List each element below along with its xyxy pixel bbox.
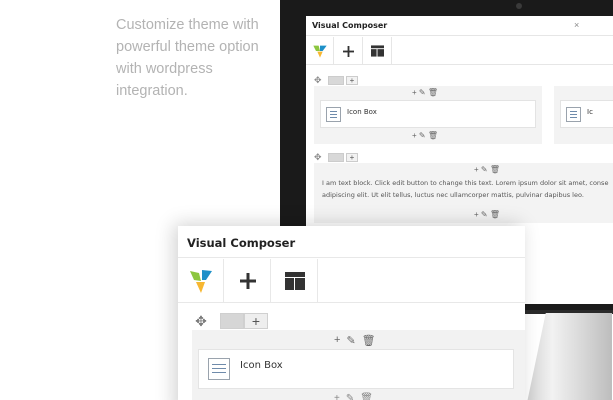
tagline: Customize theme with powerful theme opti… [116, 14, 286, 102]
layout-icon [284, 272, 305, 290]
back-text-line-1: I am text block. Click edit button to ch… [322, 179, 609, 187]
back-add-element-button[interactable] [335, 37, 363, 65]
add-element-icon[interactable]: + [334, 334, 340, 347]
back-col1-actions[interactable]: + ✎ 🗑 [412, 88, 438, 97]
move-icon[interactable]: ✥ [192, 313, 210, 330]
back-vc-toolbar [306, 37, 613, 65]
back-vc-title: Visual Composer [312, 21, 388, 30]
back-row2-controls: ✥ + [314, 152, 358, 162]
back-text-bottom-actions[interactable]: + ✎ 🗑 [474, 210, 500, 219]
row-add-button[interactable]: + [244, 313, 268, 329]
tagline-line-1: Customize theme with [116, 17, 259, 33]
back-layout-icon [371, 45, 384, 57]
back-layout-button[interactable] [364, 37, 392, 65]
edit-icon[interactable]: ✎ [346, 334, 355, 347]
webcam-dot [516, 3, 522, 9]
bottom-edit-icon[interactable]: ✎ [346, 393, 354, 400]
icon-box-label: Icon Box [240, 360, 283, 371]
front-icon-box-element[interactable]: Icon Box [198, 349, 514, 389]
back-plus-icon [343, 45, 354, 57]
front-row-controls: ✥ + [192, 312, 268, 330]
back-row2-layout-icon[interactable] [328, 152, 344, 162]
back-row1-move-icon[interactable]: ✥ [314, 75, 326, 86]
back-vc-logo-button[interactable] [306, 37, 334, 65]
front-vc-title: Visual Composer [187, 236, 296, 250]
front-bottom-actions: + ✎ 🗑 [334, 393, 373, 400]
delete-icon[interactable]: 🗑 [362, 334, 376, 347]
back-row1-add-button[interactable]: + [346, 75, 358, 85]
bottom-add-icon[interactable]: + [334, 393, 340, 400]
front-vc-toolbar [178, 259, 525, 303]
bottom-delete-icon[interactable]: 🗑 [360, 393, 373, 400]
row-layout-icon[interactable] [220, 313, 244, 329]
back-text-actions[interactable]: + ✎ 🗑 [474, 165, 500, 174]
back-row2-move-icon[interactable]: ✥ [314, 152, 326, 163]
tagline-line-3: with wordpress [116, 61, 213, 77]
back-col1-bottom-actions[interactable]: + ✎ 🗑 [412, 131, 438, 140]
monitor-stand [527, 313, 612, 400]
back-icon-box-element-2[interactable]: Ic [560, 100, 613, 128]
tagline-line-2: powerful theme option [116, 39, 259, 55]
back-icon-box-element[interactable]: Icon Box [320, 100, 536, 128]
back-icon-box-icon [326, 107, 341, 122]
back-close-icon[interactable]: × [574, 20, 579, 30]
back-row1-layout-icon[interactable] [328, 75, 344, 85]
front-vc-logo-button[interactable] [178, 259, 224, 303]
front-layout-button[interactable] [272, 259, 318, 303]
plus-icon [239, 273, 256, 289]
back-icon-box-label: Icon Box [347, 108, 377, 116]
back-vc-logo-icon [312, 45, 327, 58]
front-vc-header: Visual Composer [178, 226, 525, 258]
back-icon-box-2-label: Ic [587, 108, 593, 116]
back-icon-box-2-icon [566, 107, 581, 122]
icon-box-icon [208, 358, 230, 380]
tagline-line-4: integration. [116, 83, 188, 99]
front-element-actions: + ✎ 🗑 [334, 334, 376, 347]
back-text-block[interactable]: I am text block. Click edit button to ch… [322, 177, 613, 201]
vc-logo-icon [189, 270, 212, 293]
back-row2-add-button[interactable]: + [346, 152, 358, 162]
back-row1-controls: ✥ + [314, 75, 358, 85]
front-add-element-button[interactable] [225, 259, 271, 303]
back-vc-header: Visual Composer × [306, 16, 613, 36]
back-text-line-2: adipiscing elit. Ut elit tellus, luctus … [322, 191, 584, 199]
